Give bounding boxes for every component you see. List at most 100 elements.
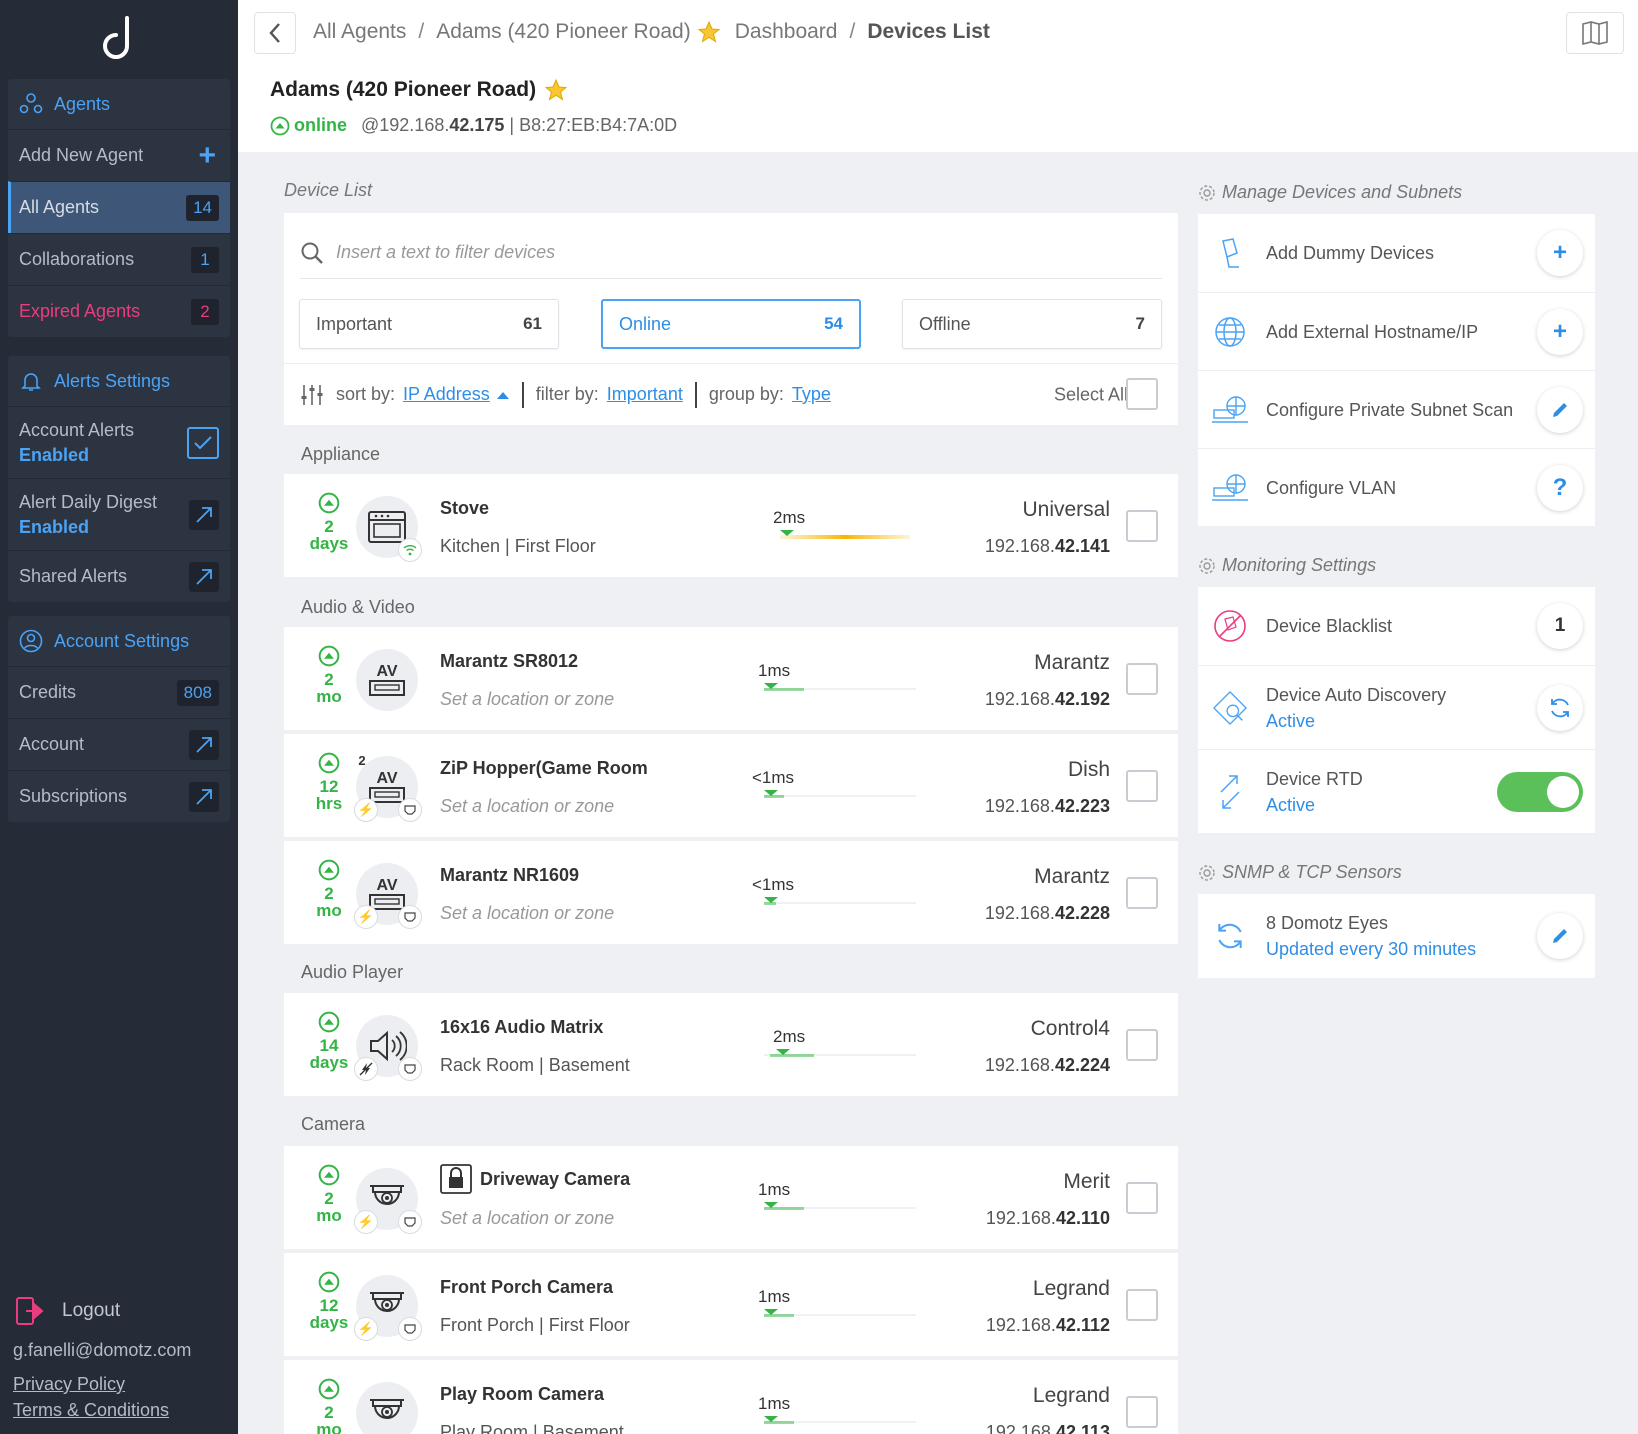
sliders-icon[interactable] <box>300 384 324 406</box>
device-icon[interactable]: ⚡ <box>354 1275 422 1341</box>
edit-eyes-button[interactable] <box>1537 913 1583 959</box>
device-checkbox[interactable] <box>1126 663 1158 695</box>
add-external-host-item[interactable]: Add External Hostname/IP + <box>1198 292 1595 370</box>
crumb-dashboard[interactable]: Dashboard <box>735 20 838 44</box>
privacy-policy-link[interactable]: Privacy Policy <box>13 1374 125 1395</box>
device-name[interactable]: Play Room Camera <box>440 1384 604 1405</box>
lock-icon[interactable] <box>440 1164 472 1194</box>
device-blacklist-item[interactable]: Device Blacklist 1 <box>1198 587 1595 665</box>
device-checkbox[interactable] <box>1126 510 1158 542</box>
external-link-icon[interactable] <box>189 561 219 592</box>
star-icon[interactable] <box>697 20 721 44</box>
crumb-all-agents[interactable]: All Agents <box>313 20 406 44</box>
device-icon[interactable]: AV ⚡ <box>354 863 422 929</box>
device-name[interactable]: Front Porch Camera <box>440 1277 613 1298</box>
device-row[interactable]: 2 mo ⚡ Driveway Camera Set a location or… <box>284 1146 1178 1249</box>
device-row[interactable]: 2 mo AV ⚡ Marantz NR1609 Set a location … <box>284 841 1178 944</box>
device-name[interactable]: 16x16 Audio Matrix <box>440 1017 603 1038</box>
device-checkbox[interactable] <box>1126 1029 1158 1061</box>
device-rtd-item[interactable]: Device RTD Active <box>1198 749 1595 833</box>
device-name[interactable]: Stove <box>440 498 489 519</box>
select-all-checkbox[interactable] <box>1126 378 1158 410</box>
search-input[interactable]: Insert a text to filter devices <box>300 227 1162 279</box>
device-icon[interactable] <box>354 1015 422 1081</box>
external-link-icon[interactable] <box>189 499 219 530</box>
device-location[interactable]: Rack Room | Basement <box>440 1055 630 1076</box>
device-location[interactable]: Set a location or zone <box>440 903 614 924</box>
caret-up-icon[interactable] <box>496 390 510 400</box>
sidebar-item-account[interactable]: Account <box>8 718 230 770</box>
agents-header[interactable]: Agents <box>8 79 230 129</box>
device-row[interactable]: 2 mo AV Marantz SR8012 Set a location or… <box>284 627 1178 730</box>
account-settings-header[interactable]: Account Settings <box>8 616 230 666</box>
device-icon[interactable] <box>356 1382 418 1434</box>
device-checkbox[interactable] <box>1126 877 1158 909</box>
add-external-host-button[interactable]: + <box>1537 308 1583 355</box>
private-subnet-scan-item[interactable]: Configure Private Subnet Scan <box>1198 370 1595 448</box>
blacklist-count[interactable]: 1 <box>1537 603 1583 649</box>
help-book-button[interactable] <box>1566 12 1624 54</box>
device-location[interactable]: Set a location or zone <box>440 689 614 710</box>
filter-important-button[interactable]: Important 61 <box>299 299 559 349</box>
refresh-discovery-button[interactable] <box>1537 684 1583 731</box>
device-icon[interactable]: AV <box>356 649 418 711</box>
account-alerts-checkbox[interactable] <box>187 426 219 459</box>
device-location[interactable]: Front Porch | First Floor <box>440 1315 630 1336</box>
device-icon[interactable] <box>356 496 422 562</box>
expired-agents-count: 2 <box>191 298 219 325</box>
device-checkbox[interactable] <box>1126 1289 1158 1321</box>
domotz-logo[interactable] <box>100 14 138 60</box>
group-by-link[interactable]: Type <box>792 384 831 405</box>
external-link-icon[interactable] <box>189 781 219 812</box>
sidebar-item-credits[interactable]: Credits 808 <box>8 666 230 718</box>
filter-online-button[interactable]: Online 54 <box>601 299 861 349</box>
update-badge[interactable]: 2 <box>350 748 374 772</box>
edit-subnet-scan-button[interactable] <box>1537 386 1583 433</box>
sidebar-item-subscriptions[interactable]: Subscriptions <box>8 770 230 822</box>
device-name[interactable]: Marantz NR1609 <box>440 865 579 886</box>
device-location[interactable]: Play Room | Basement <box>440 1422 624 1434</box>
sidebar-item-account-alerts[interactable]: Account Alerts Enabled <box>8 406 230 478</box>
device-row[interactable]: 14 days 16x16 Audio Matrix Rack Room | B… <box>284 993 1178 1096</box>
device-checkbox[interactable] <box>1126 770 1158 802</box>
auto-discovery-item[interactable]: Device Auto Discovery Active <box>1198 665 1595 749</box>
device-location[interactable]: Set a location or zone <box>440 796 614 817</box>
device-icon[interactable]: AV 2 ⚡ <box>354 753 422 822</box>
device-row[interactable]: 12 days ⚡ Front Porch Camera Front Porch… <box>284 1253 1178 1356</box>
terms-link[interactable]: Terms & Conditions <box>13 1400 169 1421</box>
filter-offline-button[interactable]: Offline 7 <box>902 299 1162 349</box>
sidebar-item-daily-digest[interactable]: Alert Daily Digest Enabled <box>8 478 230 550</box>
device-location[interactable]: Kitchen | First Floor <box>440 536 596 557</box>
device-checkbox[interactable] <box>1126 1182 1158 1214</box>
add-dummy-devices-button[interactable]: + <box>1537 230 1583 276</box>
configure-vlan-item[interactable]: Configure VLAN ? <box>1198 448 1595 526</box>
device-location[interactable]: Set a location or zone <box>440 1208 614 1229</box>
star-icon[interactable] <box>544 78 568 102</box>
device-row[interactable]: 2 mo Play Room Camera Play Room | Baseme… <box>284 1360 1178 1434</box>
sidebar-item-collaborations[interactable]: Collaborations 1 <box>8 233 230 285</box>
rtd-toggle[interactable] <box>1497 771 1583 812</box>
device-icon[interactable]: ⚡ <box>354 1168 422 1234</box>
domotz-eyes-item[interactable]: 8 Domotz Eyes Updated every 30 minutes <box>1198 894 1595 978</box>
add-dummy-devices-item[interactable]: Add Dummy Devices + <box>1198 214 1595 292</box>
device-checkbox[interactable] <box>1126 1396 1158 1428</box>
crumb-agent[interactable]: Adams (420 Pioneer Road) <box>436 20 690 44</box>
device-name[interactable]: ZiP Hopper(Game Room <box>440 758 648 779</box>
device-name[interactable]: Driveway Camera <box>440 1164 630 1194</box>
device-row[interactable]: 2 days Stove Kitchen | First Floor 2ms U… <box>284 474 1178 577</box>
sidebar-item-expired-agents[interactable]: Expired Agents 2 <box>8 285 230 337</box>
sort-by-link[interactable]: IP Address <box>403 384 490 405</box>
device-row[interactable]: 12 hrs AV 2 ⚡ ZiP Hopper(Game Room Set a… <box>284 734 1178 837</box>
plus-icon[interactable]: + <box>198 140 216 171</box>
alerts-settings-header[interactable]: Alerts Settings <box>8 356 230 406</box>
external-link-icon[interactable] <box>189 729 219 760</box>
device-name[interactable]: Marantz SR8012 <box>440 651 578 672</box>
back-button[interactable] <box>254 12 296 54</box>
sidebar-item-all-agents[interactable]: All Agents 14 <box>8 181 230 233</box>
filter-by-link[interactable]: Important <box>607 384 683 405</box>
add-new-agent-label: Add New Agent <box>19 145 144 165</box>
logout-button[interactable]: Logout <box>16 1297 120 1325</box>
vlan-help-button[interactable]: ? <box>1537 464 1583 511</box>
sidebar-item-shared-alerts[interactable]: Shared Alerts <box>8 550 230 602</box>
add-new-agent-button[interactable]: Add New Agent + <box>8 129 230 181</box>
